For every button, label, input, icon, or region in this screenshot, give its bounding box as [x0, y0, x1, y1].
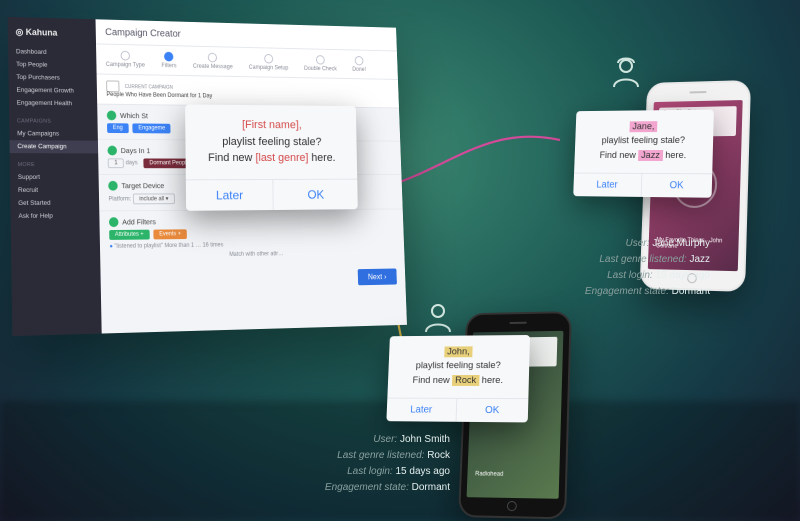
sidebar-item-support[interactable]: Support [10, 171, 99, 184]
john-line3a: Find new [412, 375, 452, 386]
john-genre: Rock [452, 375, 479, 386]
later-button[interactable]: Later [573, 173, 642, 196]
step-done[interactable]: Done! [352, 56, 366, 73]
later-button[interactable]: Later [386, 398, 457, 421]
jane-user-info: User: Jane Murphy Last genre listened: J… [530, 236, 710, 300]
jane-genre: Jazz [638, 150, 663, 161]
device-title: Target Device [121, 181, 164, 190]
ok-button[interactable]: OK [457, 399, 529, 423]
john-message-dialog: John, playlist feeling stale? Find new R… [386, 335, 530, 422]
step-campaign-setup[interactable]: Campaign Setup [248, 54, 288, 72]
jane-name: Jane, [629, 121, 657, 132]
jane-line3a: Find new [599, 150, 638, 161]
track-label: Radiohead [475, 471, 551, 478]
campaign-icon [106, 80, 119, 92]
days-title: Days In 1 [121, 146, 151, 155]
section-add-filters: Add Filters Attributes + Events + ● "lis… [99, 209, 404, 265]
jane-line3c: here. [663, 149, 687, 160]
step-double-check[interactable]: Double Check [304, 55, 337, 72]
speaker-icon [689, 91, 706, 93]
sidebar-item-engagement-health[interactable]: Engagement Health [9, 97, 97, 111]
bullet-icon [107, 146, 117, 156]
brand-logo: ◎ Kahuna [8, 23, 96, 48]
filter-expression: ● "listened to playlist" More than 1 … 1… [109, 240, 395, 249]
sidebar-header-campaigns: CAMPAIGNS [9, 115, 98, 128]
filters-title: Add Filters [122, 217, 156, 226]
placeholder-last-genre: [last genre] [255, 152, 308, 164]
template-message-dialog: [First name], playlist feeling stale? Fi… [185, 104, 358, 210]
avatar-jane [608, 55, 644, 91]
attributes-chip[interactable]: Attributes + [109, 230, 149, 240]
platform-label: Platform: [108, 197, 131, 203]
step-filters[interactable]: Filters [161, 52, 176, 70]
sidebar-item-recruit[interactable]: Recruit [10, 184, 99, 197]
current-campaign-label: CURRENT CAMPAIGN [125, 84, 173, 91]
step-create-message[interactable]: Create Message [193, 52, 233, 70]
avatar-john [420, 300, 456, 336]
filter-helper: Match with other attr… [110, 250, 396, 260]
days-suffix: days [126, 160, 138, 166]
template-line3c: here. [308, 152, 335, 164]
later-button[interactable]: Later [186, 179, 274, 210]
sidebar-item-my-campaigns[interactable]: My Campaigns [9, 127, 98, 140]
current-campaign-name: People Who Have Been Dormant for 1 Day [106, 92, 212, 99]
days-input[interactable]: 1 [108, 158, 125, 168]
bullet-icon [107, 111, 117, 121]
jane-message-dialog: Jane, playlist feeling stale? Find new J… [573, 110, 714, 198]
sidebar-item-create-campaign[interactable]: Create Campaign [9, 140, 98, 153]
ok-button[interactable]: OK [273, 179, 357, 209]
platform-dropdown[interactable]: include all ▾ [133, 193, 175, 204]
sidebar-item-ask-for-help[interactable]: Ask for Help [11, 209, 100, 223]
btn-eng[interactable]: Eng [107, 123, 128, 133]
events-chip[interactable]: Events + [153, 229, 186, 239]
btn-engagement[interactable]: Engageme [133, 123, 171, 133]
jane-line2: playlist feeling stale? [602, 135, 686, 146]
sidebar-item-engagement-growth[interactable]: Engagement Growth [9, 84, 97, 98]
john-line3c: here. [479, 375, 503, 386]
john-user-info: User: John Smith Last genre listened: Ro… [260, 432, 450, 496]
sidebar: ◎ Kahuna Dashboard Top People Top Purcha… [8, 17, 102, 336]
sidebar-item-get-started[interactable]: Get Started [10, 197, 99, 210]
home-button-icon [507, 501, 517, 511]
speaker-icon [509, 322, 526, 324]
template-line2: playlist feeling stale? [222, 135, 321, 147]
bullet-icon [109, 217, 119, 227]
john-name: John, [444, 346, 473, 357]
current-campaign-row: CURRENT CAMPAIGN People Who Have Been Do… [97, 74, 399, 108]
which-title: Which St [120, 111, 148, 120]
step-campaign-type[interactable]: Campaign Type [106, 50, 145, 68]
template-line3a: Find new [208, 152, 255, 164]
placeholder-first-name: [First name], [242, 119, 302, 131]
next-button[interactable]: Next › [357, 268, 397, 285]
ok-button[interactable]: OK [642, 174, 713, 198]
john-line2: playlist feeling stale? [416, 360, 501, 371]
sidebar-header-more: MORE [10, 159, 99, 171]
bullet-icon [108, 181, 118, 191]
